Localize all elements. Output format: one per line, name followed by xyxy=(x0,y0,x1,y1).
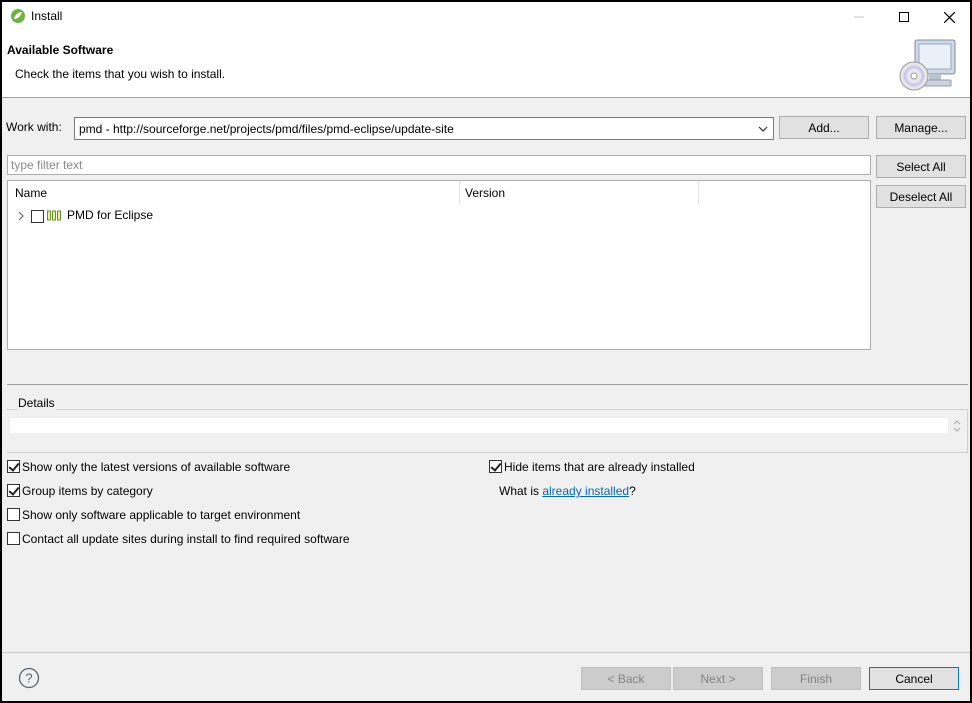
what-is-suffix: ? xyxy=(629,484,636,498)
hide-installed-checkbox[interactable] xyxy=(489,460,502,473)
contact-all-sites-checkbox[interactable] xyxy=(7,532,20,545)
chevron-right-icon[interactable] xyxy=(17,211,25,221)
chevron-down-icon xyxy=(758,126,768,132)
applicable-only-checkbox[interactable] xyxy=(7,508,20,521)
svg-text:?: ? xyxy=(25,671,32,686)
finish-button[interactable]: Finish xyxy=(771,667,861,690)
cancel-button[interactable]: Cancel xyxy=(869,667,959,690)
deselect-all-button[interactable]: Deselect All xyxy=(876,185,966,208)
manage-sites-button[interactable]: Manage... xyxy=(876,116,966,139)
group-by-category-label[interactable]: Group items by category xyxy=(22,484,153,498)
work-with-label: Work with: xyxy=(6,120,62,134)
what-is-prefix: What is xyxy=(499,484,543,498)
page-description: Check the items that you wish to install… xyxy=(15,67,226,81)
page-title: Available Software xyxy=(7,43,114,57)
hide-installed-label[interactable]: Hide items that are already installed xyxy=(504,460,695,474)
back-button[interactable]: < Back xyxy=(581,667,671,690)
tree-item-checkbox[interactable] xyxy=(31,210,44,223)
add-site-button[interactable]: Add... xyxy=(779,116,869,139)
minimize-button[interactable] xyxy=(836,2,882,32)
close-icon xyxy=(943,11,955,23)
contact-all-sites-label[interactable]: Contact all update sites during install … xyxy=(22,532,350,546)
help-icon[interactable]: ? xyxy=(18,667,40,689)
maximize-button[interactable] xyxy=(881,2,927,32)
maximize-icon xyxy=(899,12,909,22)
column-separator[interactable] xyxy=(698,181,699,205)
column-header-name[interactable]: Name xyxy=(15,186,47,200)
software-tree[interactable]: Name Version PMD for Eclipse xyxy=(7,180,871,350)
install-monitor-cd-icon xyxy=(899,39,956,91)
latest-versions-checkbox[interactable] xyxy=(7,460,20,473)
what-is-installed-text: What is already installed? xyxy=(499,484,636,498)
select-all-button[interactable]: Select All xyxy=(876,155,966,178)
next-button[interactable]: Next > xyxy=(673,667,763,690)
scroll-arrows-icon[interactable] xyxy=(950,418,964,434)
sash-divider[interactable] xyxy=(7,384,968,385)
column-separator[interactable] xyxy=(459,181,460,205)
details-text-area[interactable] xyxy=(10,418,948,433)
eclipse-spring-icon xyxy=(11,9,25,23)
filter-input[interactable] xyxy=(8,156,870,174)
work-with-value: pmd - http://sourceforge.net/projects/pm… xyxy=(79,122,454,136)
footer-divider xyxy=(2,652,970,653)
group-by-category-checkbox[interactable] xyxy=(7,484,20,497)
latest-versions-label[interactable]: Show only the latest versions of availab… xyxy=(22,460,290,474)
filter-field[interactable] xyxy=(7,155,871,175)
install-dialog: Install Available Software Check the ite… xyxy=(0,0,972,703)
title-bar: Install xyxy=(2,2,970,32)
minimize-icon xyxy=(854,16,864,18)
tree-item-name: PMD for Eclipse xyxy=(67,208,154,222)
tree-row[interactable]: PMD for Eclipse xyxy=(8,206,870,226)
applicable-only-label[interactable]: Show only software applicable to target … xyxy=(22,508,300,522)
window-title: Install xyxy=(31,9,63,23)
close-button[interactable] xyxy=(926,2,972,32)
already-installed-link[interactable]: already installed xyxy=(542,484,629,498)
category-icon xyxy=(47,210,61,221)
column-header-version[interactable]: Version xyxy=(465,186,505,200)
work-with-combo[interactable]: pmd - http://sourceforge.net/projects/pm… xyxy=(74,117,774,140)
details-label: Details xyxy=(17,396,56,410)
wizard-header: Available Software Check the items that … xyxy=(2,32,970,98)
